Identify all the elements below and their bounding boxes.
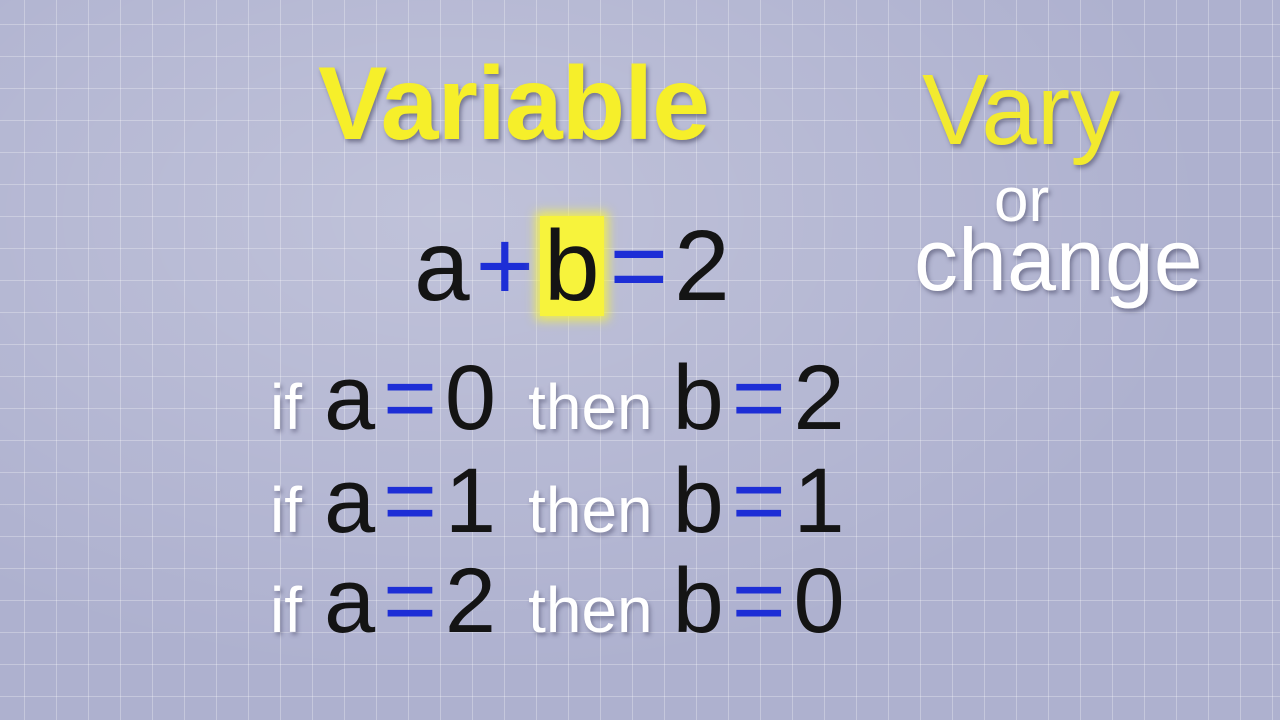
- slide-title: Variable: [318, 46, 710, 162]
- then-word: then: [528, 574, 653, 646]
- plus-sign: +: [475, 210, 535, 322]
- change-word: change: [914, 210, 1203, 309]
- then-word: then: [528, 371, 653, 443]
- equation-result: 2: [674, 210, 730, 322]
- if-word: if: [270, 371, 302, 443]
- row-variable-a: a: [324, 450, 376, 552]
- example-row: if a = 0 then b = 2: [270, 352, 845, 452]
- row-equals-sign: =: [383, 347, 437, 449]
- row-equals-sign: =: [731, 450, 786, 552]
- row-equals-sign: =: [731, 550, 786, 652]
- if-word: if: [270, 574, 302, 646]
- row-equals-sign: =: [383, 450, 437, 552]
- row-variable-b: b: [672, 347, 724, 449]
- main-equation: a + b = 2: [414, 216, 730, 316]
- row-variable-a: a: [324, 550, 376, 652]
- row-equals-sign: =: [731, 347, 786, 449]
- then-word: then: [528, 474, 653, 546]
- row-b-value: 2: [793, 347, 845, 449]
- row-variable-b: b: [672, 550, 724, 652]
- row-b-value: 0: [793, 550, 845, 652]
- row-a-value: 1: [444, 450, 497, 552]
- if-word: if: [270, 474, 302, 546]
- example-row: if a = 2 then b = 0: [270, 555, 845, 655]
- row-variable-b: b: [672, 450, 724, 552]
- equals-sign: =: [609, 210, 669, 322]
- vary-word: Vary: [922, 54, 1121, 166]
- row-a-value: 0: [444, 347, 497, 449]
- row-variable-a: a: [324, 347, 376, 449]
- row-b-value: 1: [793, 450, 845, 552]
- variable-a: a: [414, 210, 470, 322]
- variable-b-highlighted: b: [540, 216, 604, 316]
- row-a-value: 2: [444, 550, 497, 652]
- example-row: if a = 1 then b = 1: [270, 455, 845, 555]
- row-equals-sign: =: [383, 550, 437, 652]
